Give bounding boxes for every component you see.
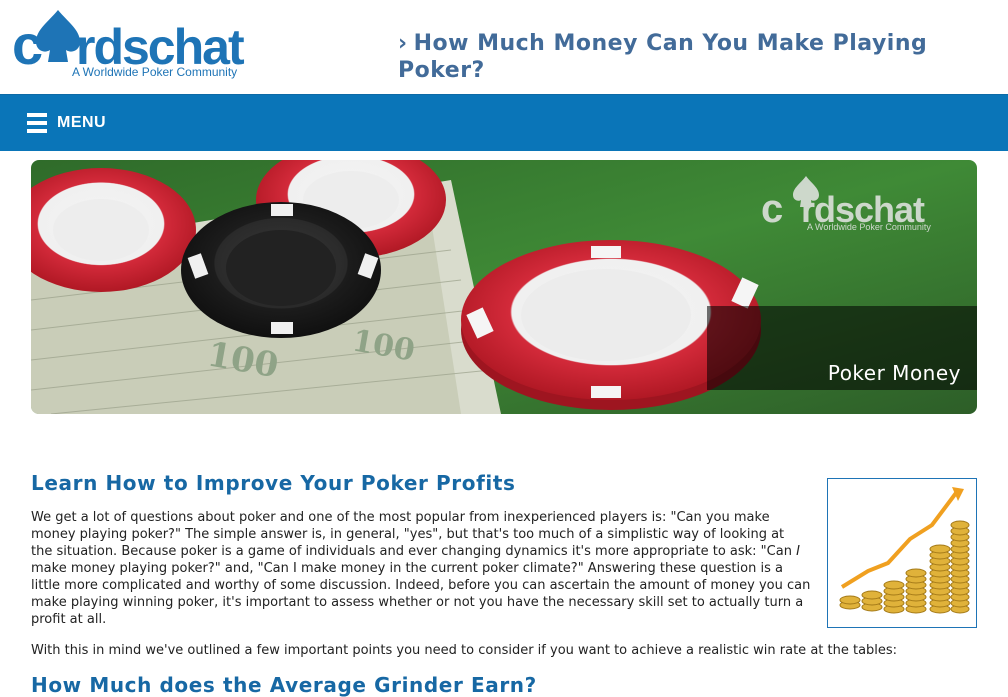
cardschat-logo[interactable]: c rdschat A Worldwide Poker Community (10, 8, 250, 82)
paragraph-line: the situation. Because poker is a game o… (31, 543, 821, 560)
svg-text:c: c (761, 187, 783, 231)
hamburger-icon[interactable] (27, 113, 47, 133)
chevron-right-icon: › (398, 31, 408, 56)
paragraph-line: profit at all. (31, 612, 107, 627)
paragraph-line-text: the situation. Because poker is a game o… (31, 544, 792, 559)
site-header: c rdschat A Worldwide Poker Community › H… (0, 0, 1008, 94)
page-title-text: How Much Money Can You Make Playing Poke… (398, 31, 928, 83)
main-nav-bar: MENU (0, 94, 1008, 151)
section-heading-improve-profits: Learn How to Improve Your Poker Profits (31, 471, 516, 495)
coin-stacks-growth-chart-image (827, 478, 977, 628)
paragraph-line: make playing winning poker, it's importa… (31, 595, 804, 610)
paragraph-line: money playing poker?" The simple answer … (31, 527, 785, 542)
section-heading-average-grinder: How Much does the Average Grinder Earn? (31, 673, 537, 697)
hero-watermark-tagline: A Worldwide Poker Community (807, 222, 931, 232)
page-title: › How Much Money Can You Make Playing Pok… (398, 30, 958, 84)
paragraph-line: We get a lot of questions about poker an… (31, 510, 770, 525)
intro-paragraph: We get a lot of questions about poker an… (31, 509, 821, 628)
hero-caption: Poker Money (827, 361, 961, 385)
paragraph-line: little more complicated and worthy of so… (31, 578, 811, 593)
points-intro-paragraph: With this in mind we've outlined a few i… (31, 643, 898, 658)
logo-tagline: A Worldwide Poker Community (72, 65, 237, 79)
hero-banner: 100 100 c rdschat A Worldwide Poker Comm… (31, 160, 977, 414)
emphasis-text: I (796, 544, 800, 559)
menu-button[interactable]: MENU (57, 114, 106, 132)
paragraph-line: make money playing poker?" and, "Can I m… (31, 561, 783, 576)
